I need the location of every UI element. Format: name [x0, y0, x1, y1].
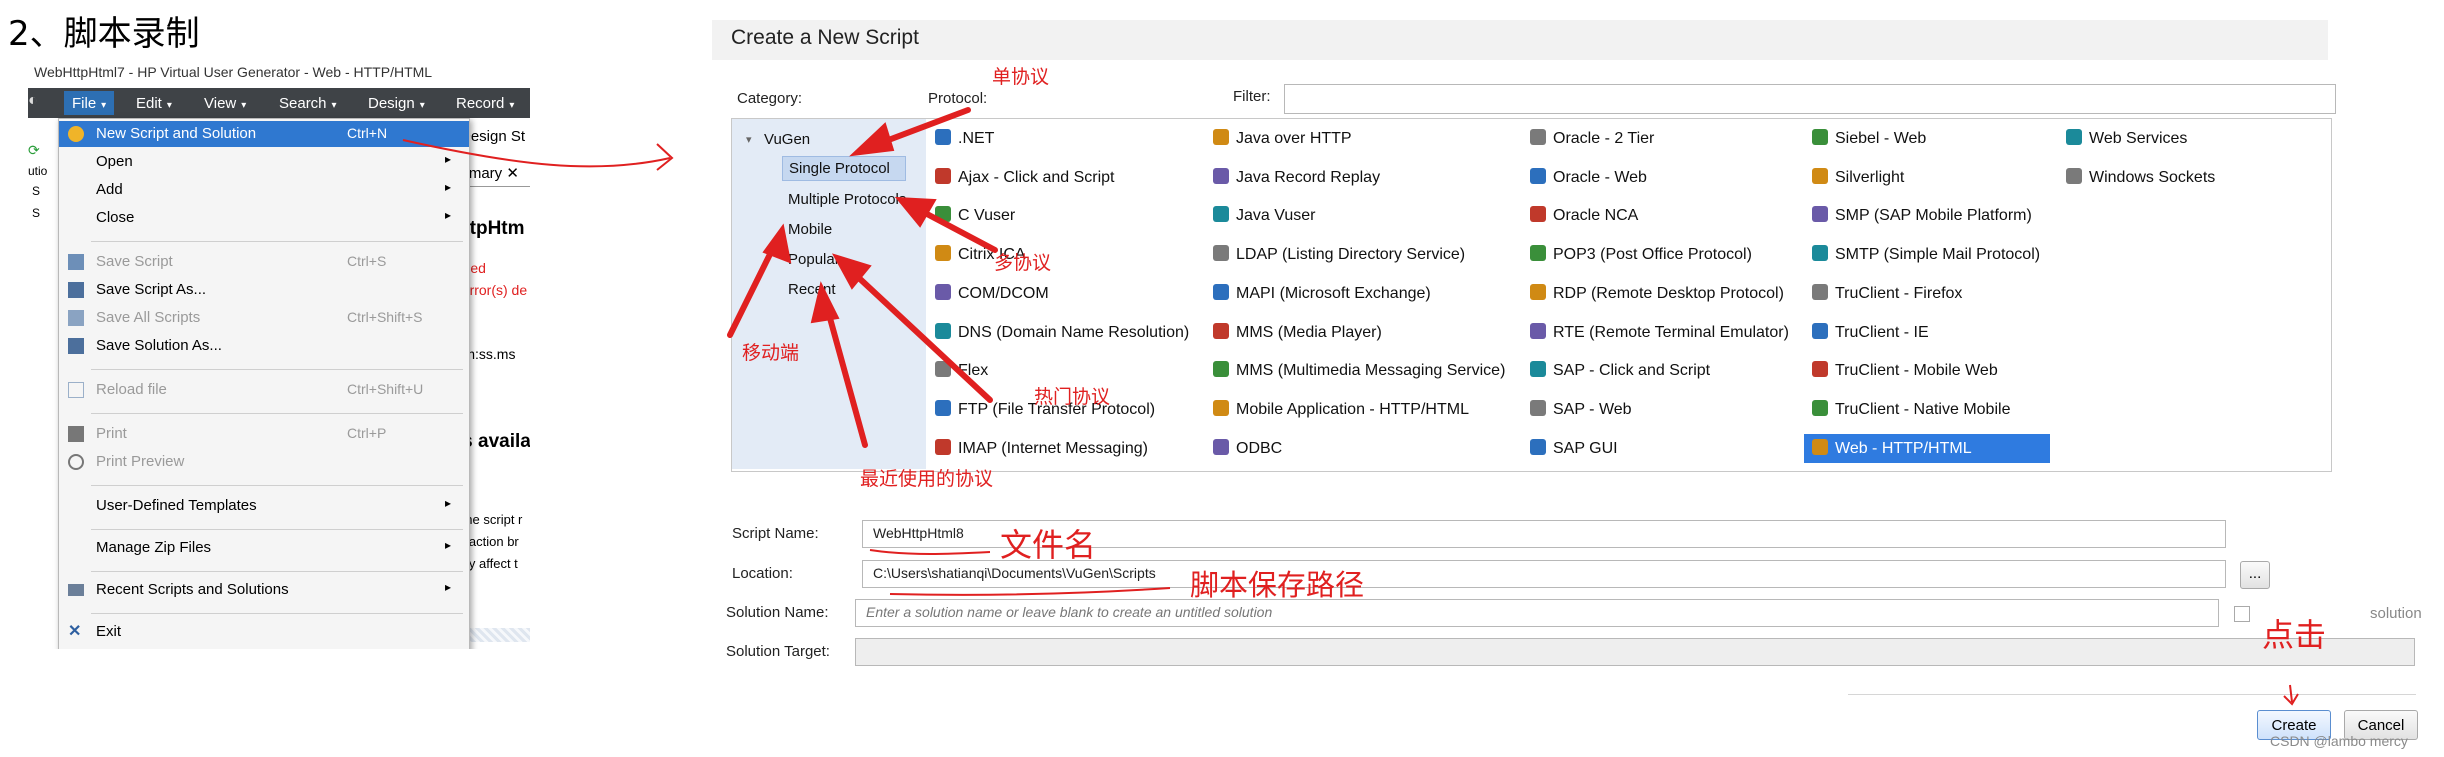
arrow-popular	[842, 262, 993, 403]
annotation-mobile: 移动端	[742, 342, 800, 364]
arrow-recent	[822, 297, 868, 448]
arrow-create	[2289, 684, 2293, 703]
annotation-filename: 文件名	[1000, 526, 1097, 564]
annotation-click: 点击	[2262, 616, 2327, 654]
annotation-save-path: 脚本保存路径	[1190, 568, 1365, 602]
annotation-recent: 最近使用的协议	[860, 468, 994, 490]
annotation-popular: 热门协议	[1034, 386, 1111, 408]
underline-filename	[869, 549, 991, 555]
annotation-layer	[727, 107, 2299, 706]
annotation-multi-protocol: 多协议	[994, 252, 1052, 274]
annotation-single-protocol: 单协议	[992, 66, 1050, 88]
underline-location	[889, 587, 1171, 596]
